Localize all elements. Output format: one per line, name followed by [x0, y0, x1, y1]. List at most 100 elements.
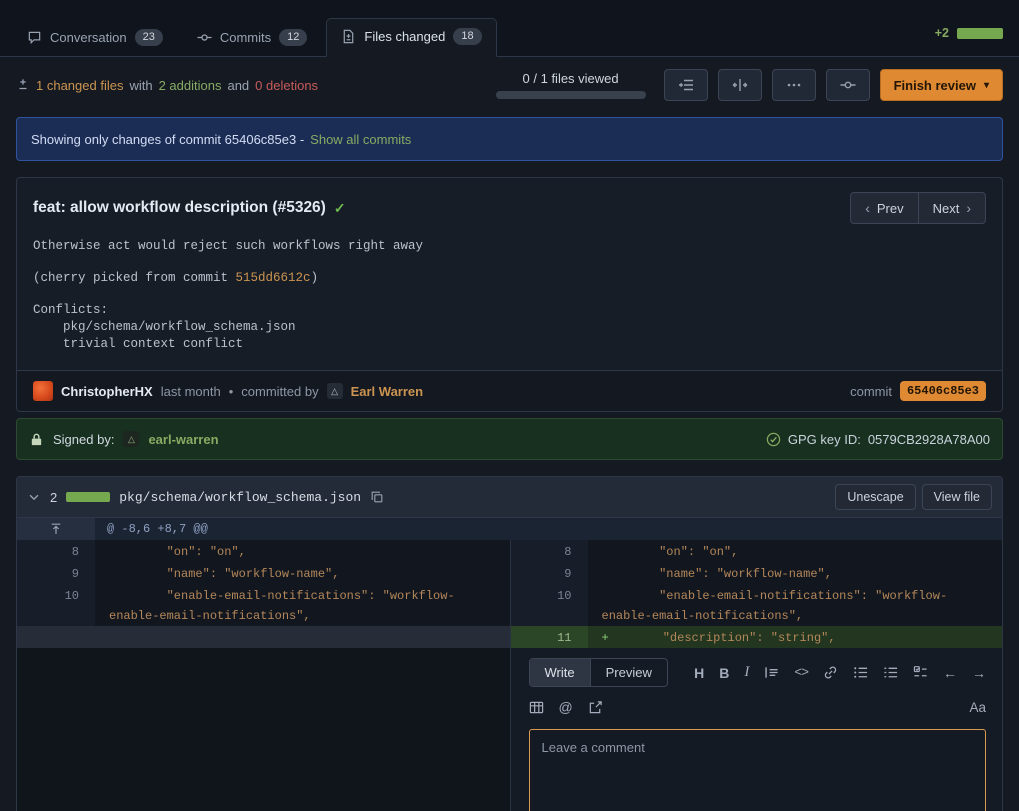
comment-textarea[interactable] [529, 729, 987, 811]
line-number-new[interactable]: 10 [510, 584, 588, 626]
chevron-right-icon: › [966, 200, 971, 216]
toolbar-actions: 0 / 1 files viewed [496, 69, 1003, 101]
collapse-chevron-icon[interactable] [27, 490, 41, 504]
conversation-icon [27, 30, 42, 45]
ordered-list-icon[interactable] [883, 665, 898, 680]
commit-icon [197, 30, 212, 45]
code-line-old: "enable-email-notifications": "workflow-… [95, 584, 510, 626]
committed-by-label: committed by [241, 384, 318, 399]
commit-sha-badge[interactable]: 65406c85e3 [900, 381, 986, 401]
diff-file-header: 2 pkg/schema/workflow_schema.json Unesca… [17, 477, 1002, 518]
unescape-button[interactable]: Unescape [835, 484, 915, 510]
split-columns-icon [732, 77, 748, 93]
commit-message-body: Otherwise act would reject such workflow… [17, 234, 1002, 370]
pr-files-changed-page: Conversation 23 Commits 12 Files changed… [0, 0, 1019, 811]
arrow-left-icon[interactable]: ← [943, 665, 957, 681]
quote-icon[interactable] [764, 665, 779, 680]
tab-preview[interactable]: Preview [590, 659, 667, 686]
signed-by-label: Signed by: [53, 432, 114, 447]
more-options-button[interactable] [772, 69, 816, 101]
link-icon[interactable] [823, 665, 838, 680]
empty-diff-filler [17, 626, 510, 648]
chevron-left-icon: ‹ [865, 200, 870, 216]
diffstat-additions: +2 [935, 26, 949, 40]
finish-review-label: Finish review [894, 78, 976, 93]
italic-icon[interactable]: I [744, 664, 749, 681]
tab-commits[interactable]: Commits 12 [182, 19, 323, 57]
caret-down-icon: ▾ [984, 80, 989, 91]
commit-nav: ‹ Prev Next › [850, 192, 986, 224]
line-number-old[interactable]: 10 [17, 584, 95, 626]
arrow-right-icon[interactable]: → [972, 665, 986, 681]
pr-tabs: Conversation 23 Commits 12 Files changed… [12, 18, 497, 56]
text-size-button[interactable]: Aa [969, 700, 986, 715]
whitespace-options-button[interactable] [664, 69, 708, 101]
conflicts-text: Conflicts: pkg/schema/workflow_schema.js… [33, 302, 986, 353]
diff-plusminus-icon [16, 78, 30, 92]
next-commit-button[interactable]: Next › [919, 192, 986, 224]
task-list-icon[interactable] [913, 665, 928, 680]
unordered-list-icon[interactable] [853, 665, 868, 680]
commit-word-label: commit [850, 384, 892, 399]
mention-icon[interactable]: @ [559, 699, 573, 715]
line-number-new[interactable]: 9 [510, 562, 588, 584]
editor-toolbar: Write Preview H B I <> [529, 658, 987, 687]
commit-box: feat: allow workflow description (#5326)… [16, 177, 1003, 412]
signer-avatar[interactable]: △ [123, 431, 139, 447]
next-label: Next [933, 201, 960, 216]
split-view-button[interactable] [718, 69, 762, 101]
view-file-button[interactable]: View file [922, 484, 992, 510]
signer-link[interactable]: earl-warren [148, 432, 218, 447]
list-lines-icon [678, 77, 694, 93]
diff-left-empty-area [17, 648, 510, 811]
committer-link[interactable]: Earl Warren [351, 384, 424, 399]
cherry-pick-sha-link[interactable]: 515dd6612c [236, 271, 311, 285]
status-check-icon[interactable]: ✓ [334, 200, 346, 217]
tab-write[interactable]: Write [530, 659, 590, 686]
copy-path-button[interactable] [370, 490, 384, 504]
prev-commit-button[interactable]: ‹ Prev [850, 192, 918, 224]
select-commit-button[interactable] [826, 69, 870, 101]
commit-sha-group: commit 65406c85e3 [850, 381, 986, 401]
pr-tab-bar: Conversation 23 Commits 12 Files changed… [0, 0, 1019, 57]
expand-hunk-button[interactable] [17, 518, 95, 540]
commit-date: last month [161, 384, 221, 399]
code-line-old: "name": "workflow-name", [95, 562, 510, 584]
author-link[interactable]: ChristopherHX [61, 384, 153, 399]
diff-file-icon [341, 29, 356, 44]
line-number-old[interactable]: 8 [17, 540, 95, 562]
line-number-new[interactable]: 8 [510, 540, 588, 562]
commit-message-line: Otherwise act would reject such workflow… [33, 238, 986, 255]
reference-icon[interactable] [588, 700, 603, 715]
tab-conversation[interactable]: Conversation 23 [12, 19, 178, 57]
gpg-key-label: GPG key ID: [788, 432, 861, 447]
editor-toolbar-row2: @ Aa [529, 699, 987, 715]
additions-count: 2 additions [159, 78, 222, 93]
cherry-pick-line: (cherry picked from commit 515dd6612c) [33, 270, 986, 287]
tab-files-changed-count: 18 [453, 28, 481, 45]
committer-avatar[interactable]: △ [327, 383, 343, 399]
heading-icon[interactable]: H [694, 665, 704, 681]
line-number-old[interactable]: 9 [17, 562, 95, 584]
code-icon[interactable]: <> [794, 665, 808, 680]
files-viewed: 0 / 1 files viewed [496, 71, 646, 99]
show-all-commits-link[interactable]: Show all commits [310, 132, 411, 147]
table-icon[interactable] [529, 700, 544, 715]
bold-icon[interactable]: B [719, 665, 729, 681]
diff-summary-toolbar: 1 changed files with 2 additions and 0 d… [0, 57, 1019, 115]
files-viewed-progress [496, 91, 646, 99]
tab-commits-label: Commits [220, 30, 271, 45]
line-number-new[interactable]: 11 [510, 626, 588, 648]
ellipsis-icon [786, 77, 802, 93]
file-path[interactable]: pkg/schema/workflow_schema.json [119, 490, 361, 505]
gpg-key-value: 0579CB2928A78A00 [868, 432, 990, 447]
file-changes-count: 2 [50, 490, 57, 505]
tab-files-changed[interactable]: Files changed 18 [326, 18, 496, 57]
finish-review-button[interactable]: Finish review ▾ [880, 69, 1003, 101]
lock-icon [29, 432, 44, 447]
commit-head: feat: allow workflow description (#5326)… [17, 178, 1002, 234]
and-label: and [227, 78, 249, 93]
author-avatar[interactable] [33, 381, 53, 401]
file-actions: Unescape View file [835, 484, 992, 510]
signature-banner: Signed by: △ earl-warren GPG key ID: 057… [16, 418, 1003, 460]
